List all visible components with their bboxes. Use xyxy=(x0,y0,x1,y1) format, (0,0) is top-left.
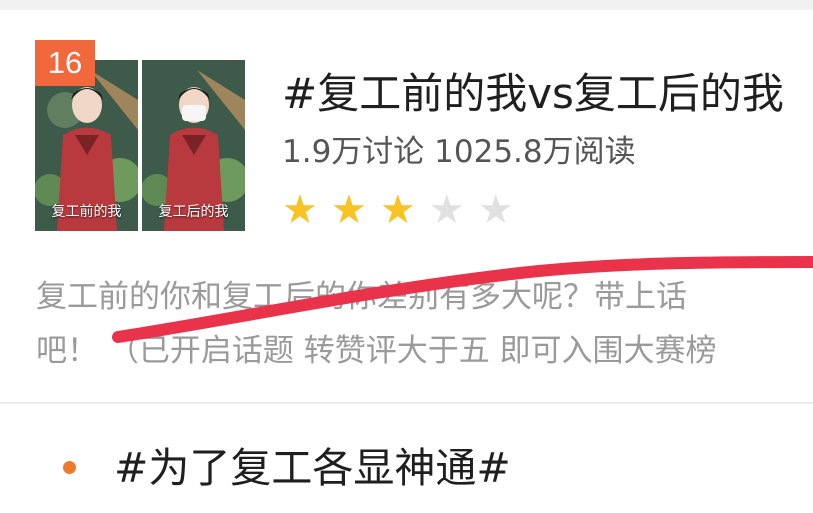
topic-stats: 1.9万讨论 1025.8万阅读 xyxy=(282,134,636,170)
description-line-1: 复工前的你和复工后的你差别有多大呢？带上话 xyxy=(36,279,687,315)
star-icon: ★ xyxy=(428,187,465,233)
next-topic-row[interactable]: #为了复工各显神通# xyxy=(0,404,813,513)
topic-description: 复工前的你和复工后的你差别有多大呢？带上话 吧！ （已开启话题 转赞评大于五 即… xyxy=(36,270,813,378)
topic-title[interactable]: #复工前的我vs复工后的我 xyxy=(282,66,813,122)
top-separator xyxy=(0,0,813,10)
thumbnail-after-caption: 复工后的我 xyxy=(158,204,229,220)
star-rating: ★ ★ ★ ★ ★ xyxy=(282,190,522,234)
star-icon: ★ xyxy=(477,187,514,233)
thumbnail-after[interactable]: 复工后的我 xyxy=(142,60,245,231)
thumbnail-before-caption: 复工前的我 xyxy=(51,204,122,220)
description-line-2: 吧！ （已开启话题 转赞评大于五 即可入围大赛榜 xyxy=(36,333,717,369)
bullet-dot-icon xyxy=(63,461,76,474)
star-icon: ★ xyxy=(330,187,367,233)
rank-badge: 16 xyxy=(35,40,95,86)
next-topic-title[interactable]: #为了复工各显神通# xyxy=(114,440,511,496)
star-icon: ★ xyxy=(379,187,416,233)
star-icon: ★ xyxy=(282,187,318,233)
